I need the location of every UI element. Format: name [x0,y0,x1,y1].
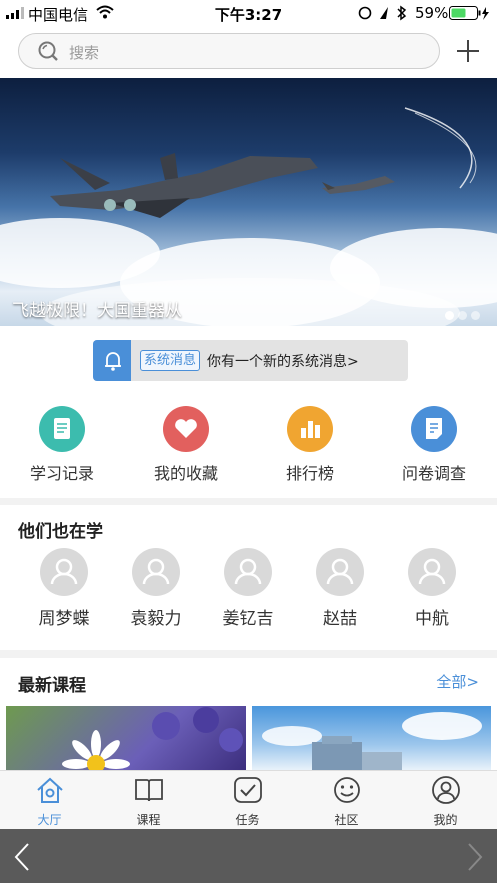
carousel-dot[interactable] [471,311,480,320]
task-check-icon [233,777,262,803]
learner-name: 赵喆 [323,609,357,629]
learner-name: 姜钇吉 [222,609,274,629]
banner-jets-illustration [50,107,477,218]
flower-image [62,707,243,770]
carousel-dots[interactable] [441,305,480,324]
menu-label: 我的收藏 [153,464,218,483]
menu-survey[interactable]: 问卷调查 [372,396,496,484]
forward-arrow-icon[interactable] [465,842,485,872]
search-row: 搜索 [0,26,497,78]
book-icon [134,779,163,802]
tab-lobby[interactable]: 大厅 [0,775,99,828]
search-icon [38,41,58,61]
learner-item[interactable]: 赵喆 [294,548,386,629]
menu-favorites[interactable]: 我的收藏 [124,396,248,484]
menu-label: 排行榜 [285,464,334,483]
avatar [40,548,88,596]
survey-icon [411,406,457,452]
learners-title: 他们也在学 [18,522,103,542]
avatar [224,548,272,596]
carousel-dot[interactable] [458,311,467,320]
learner-item[interactable]: 袁毅力 [110,548,202,629]
learner-item[interactable]: 姜钇吉 [202,548,294,629]
back-arrow-icon[interactable] [12,842,32,872]
tab-courses[interactable]: 课程 [99,775,198,828]
search-input[interactable]: 搜索 [18,33,440,69]
profile-icon [431,776,460,804]
search-placeholder: 搜索 [69,44,100,62]
tab-label: 大厅 [37,813,62,827]
tab-tasks[interactable]: 任务 [198,775,297,828]
tab-community[interactable]: 社区 [297,775,396,828]
avatar [316,548,364,596]
tab-label: 课程 [136,813,161,827]
tab-label: 我的 [433,813,458,827]
tab-bar: 大厅 课程 任务 社区 我的 [0,770,497,829]
course-card-thumbnail[interactable] [252,706,491,770]
banner-carousel[interactable]: 飞越极限！大国重器从 [0,78,497,326]
system-message-text: 你有一个新的系统消息> [207,354,359,370]
system-message-tag: 系统消息 [140,350,201,371]
learner-name: 袁毅力 [130,609,182,629]
home-icon [36,777,63,803]
avatar [132,548,180,596]
tab-label: 社区 [334,813,359,827]
learners-section: 他们也在学 周梦蝶 袁毅力 姜钇吉 赵喆 中航 [0,505,497,650]
building-image [262,712,482,770]
latest-courses-section: 最新课程 全部> [0,658,497,770]
menu-label: 问卷调查 [401,464,466,483]
courses-title: 最新课程 [18,676,86,696]
system-message-bar[interactable]: 系统消息 你有一个新的系统消息> [93,340,408,381]
banner-caption: 飞越极限！大国重器从 [12,301,182,321]
courses-all-link[interactable]: 全部> [436,671,479,692]
learner-item[interactable]: 中航 [386,548,478,629]
battery-icon [449,6,489,20]
menu-ranking[interactable]: 排行榜 [248,396,372,484]
favorite-heart-icon [163,406,209,452]
learner-name: 周梦蝶 [38,609,90,629]
study-record-icon [39,406,85,452]
menu-label: 学习记录 [29,464,94,483]
status-bar: 中国电信 下午3:27 59% [0,0,497,26]
learner-name: 中航 [415,609,449,629]
quick-menu: 学习记录 我的收藏 排行榜 问卷调查 [0,396,497,498]
add-button[interactable] [455,38,481,64]
tab-mine[interactable]: 我的 [396,775,495,828]
community-smile-icon [333,777,360,803]
ranking-bar-icon [287,406,333,452]
browser-nav-bar [0,829,497,883]
notice-section: 系统消息 你有一个新的系统消息> [0,326,497,396]
menu-study-record[interactable]: 学习记录 [0,396,124,484]
course-card-thumbnail[interactable] [6,706,246,770]
tab-label: 任务 [235,813,260,827]
carousel-dot[interactable] [445,311,454,320]
bell-icon [105,352,121,371]
bell-box [93,340,131,381]
learner-item[interactable]: 周梦蝶 [18,548,110,629]
battery-percent: 59% [415,4,449,22]
avatar [408,548,456,596]
system-status-icons [358,5,407,21]
